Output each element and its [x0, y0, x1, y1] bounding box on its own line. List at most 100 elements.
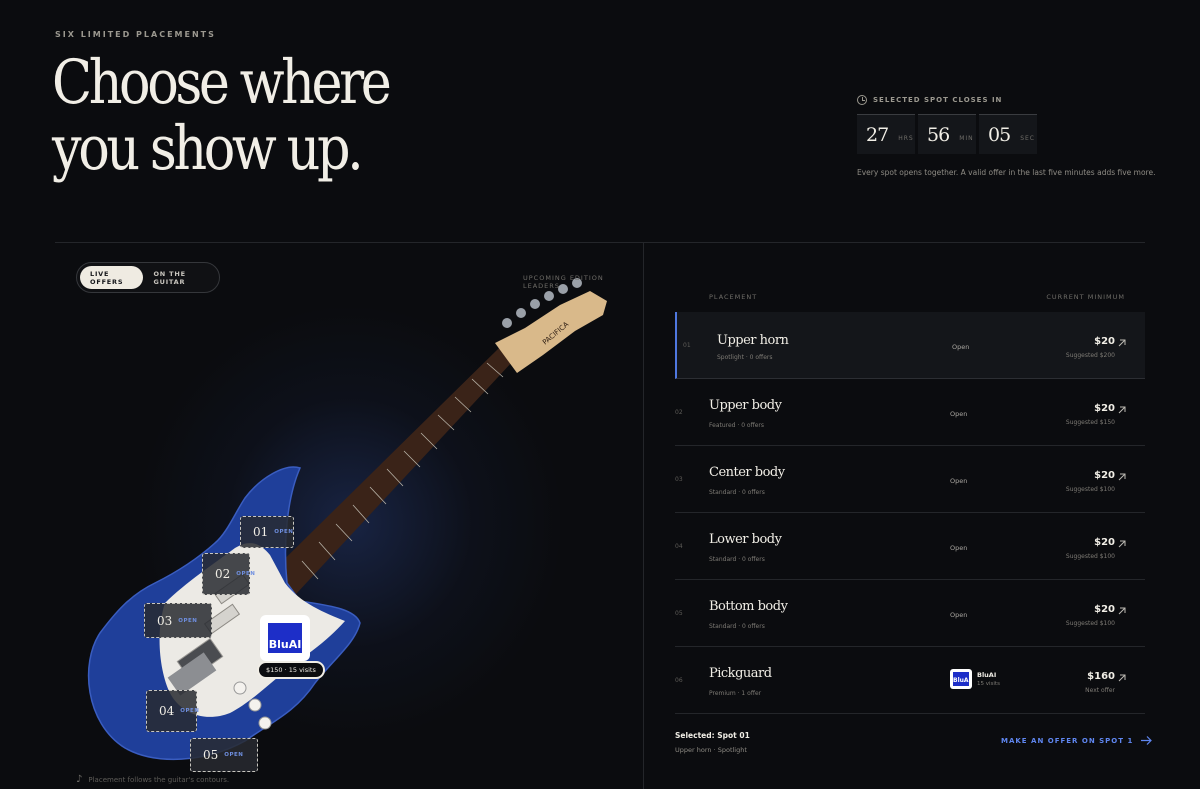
row-leader: BluAI BluAI 15 visits	[950, 669, 1000, 689]
row-hint: Next offer	[1085, 687, 1115, 694]
row-subtitle: Featured · 0 offers	[709, 422, 765, 429]
timer-label: SELECTED SPOT CLOSES IN	[873, 96, 1003, 104]
arrow-up-right-icon[interactable]	[1117, 539, 1127, 549]
row-status: Open	[952, 343, 970, 351]
row-subtitle: Spotlight · 0 offers	[717, 354, 773, 361]
spot-marker-04[interactable]: 04 OPEN	[146, 690, 200, 732]
toggle-live-offers[interactable]: LIVE OFFERS	[80, 266, 144, 289]
timer-note: Every spot opens together. A valid offer…	[857, 168, 1156, 177]
music-note-icon: ♪	[76, 774, 83, 785]
spot-number: 05	[203, 748, 219, 762]
leader-name: BluAI	[977, 671, 997, 679]
guitar-stage: PACIFICA LIVE OFFERS ON THE GUITAR UPCOM…	[55, 243, 643, 789]
knob-2	[248, 698, 262, 712]
hours-unit: HRS	[898, 135, 914, 142]
row-name: Center body	[709, 465, 785, 480]
row-name: Upper horn	[717, 333, 789, 348]
timer-minutes: 56 MIN	[918, 114, 976, 154]
contour-note-text: Placement follows the guitar's contours.	[88, 775, 230, 784]
row-index: 01	[683, 342, 691, 349]
table-row-pickguard[interactable]: 06 Pickguard Premium · 1 offer BluAI Blu…	[675, 647, 1145, 714]
timer-seconds: 05 SEC	[979, 114, 1037, 154]
make-offer-button[interactable]: MAKE AN OFFER ON SPOT 1	[1001, 736, 1153, 745]
column-current-minimum: CURRENT MINIMUM	[1046, 293, 1125, 301]
row-subtitle: Premium · 1 offer	[709, 690, 762, 697]
row-index: 02	[675, 409, 683, 416]
timer-hours: 27 HRS	[857, 114, 915, 154]
spot-status: OPEN	[274, 529, 294, 535]
row-subtitle: Standard · 0 offers	[709, 556, 765, 563]
spot-marker-03[interactable]: 03 OPEN	[144, 603, 212, 638]
toggle-on-the-guitar[interactable]: ON THE GUITAR	[143, 266, 216, 289]
row-index: 05	[675, 610, 683, 617]
row-index: 03	[675, 476, 683, 483]
row-index: 04	[675, 543, 683, 550]
spot-marker-05[interactable]: 05 OPEN	[190, 738, 258, 772]
knob-3	[258, 716, 272, 730]
make-offer-label: MAKE AN OFFER ON SPOT 1	[1001, 736, 1134, 745]
row-price: $20	[1094, 403, 1115, 414]
row-name: Bottom body	[709, 599, 788, 614]
spot-marker-01[interactable]: 01 OPEN	[240, 516, 294, 548]
column-placement: PLACEMENT	[709, 293, 758, 301]
spot-number: 02	[215, 567, 231, 581]
row-status: Open	[950, 611, 968, 619]
title-line-2: you show up.	[52, 113, 364, 184]
sponsor-logo-card[interactable]: BluAI	[260, 615, 310, 661]
arrow-up-right-icon[interactable]	[1117, 338, 1127, 348]
row-status: Open	[950, 477, 968, 485]
title-line-1: Choose where	[52, 47, 392, 118]
row-price: $160	[1087, 671, 1115, 682]
selection-title: Selected: Spot 01	[675, 731, 750, 740]
row-index: 06	[675, 677, 683, 684]
eyebrow: SIX LIMITED PLACEMENTS	[55, 30, 216, 39]
leader-logo: BluAI	[950, 669, 972, 689]
row-price: $20	[1094, 604, 1115, 615]
spot-status: OPEN	[236, 571, 256, 577]
spot-number: 03	[157, 613, 173, 628]
hours-value: 27	[866, 123, 889, 146]
minutes-unit: MIN	[959, 135, 974, 142]
timer-boxes: 27 HRS 56 MIN 05 SEC	[857, 114, 1157, 154]
row-hint: Suggested $100	[1065, 620, 1115, 627]
divider-vertical	[643, 243, 644, 789]
table-row-bottom-body[interactable]: 05 Bottom body Standard · 0 offers Open …	[675, 580, 1145, 647]
page-title: Choose where you show up.	[52, 50, 396, 182]
arrow-up-right-icon[interactable]	[1117, 472, 1127, 482]
table-row-upper-body[interactable]: 02 Upper body Featured · 0 offers Open $…	[675, 379, 1145, 446]
sponsor-price-badge: $150 · 15 visits	[257, 661, 325, 679]
timer-header: SELECTED SPOT CLOSES IN	[857, 95, 1157, 105]
leader-logo-text: BluAI	[953, 672, 971, 686]
knob-1	[233, 681, 247, 695]
row-hint: Suggested $100	[1065, 486, 1115, 493]
spot-status: OPEN	[224, 752, 244, 758]
clock-icon	[857, 95, 867, 105]
row-subtitle: Standard · 0 offers	[709, 489, 765, 496]
row-name: Pickguard	[709, 666, 772, 681]
selection-summary: Selected: Spot 01 Upper horn · Spotlight	[675, 731, 750, 754]
row-hint: Suggested $100	[1065, 553, 1115, 560]
spot-marker-02[interactable]: 02 OPEN	[202, 553, 255, 595]
table-row-lower-body[interactable]: 04 Lower body Standard · 0 offers Open $…	[675, 513, 1145, 580]
contour-note: ♪ Placement follows the guitar's contour…	[76, 774, 229, 785]
guitar-illustration: PACIFICA	[87, 278, 607, 761]
arrow-up-right-icon[interactable]	[1117, 606, 1127, 616]
leaders-label: UPCOMING EDITION LEADERS	[523, 274, 604, 290]
row-hint: Suggested $200	[1065, 352, 1115, 359]
seconds-value: 05	[988, 123, 1011, 146]
table-row-upper-horn[interactable]: 01 Upper horn Spotlight · 0 offers Open …	[675, 312, 1145, 379]
table-row-center-body[interactable]: 03 Center body Standard · 0 offers Open …	[675, 446, 1145, 513]
countdown-timer: SELECTED SPOT CLOSES IN 27 HRS 56 MIN 05…	[857, 95, 1157, 177]
arrow-up-right-icon[interactable]	[1117, 405, 1127, 415]
arrow-up-right-icon[interactable]	[1117, 673, 1127, 683]
row-price: $20	[1094, 336, 1115, 347]
leader-visits: 15 visits	[977, 681, 1000, 687]
spot-status: OPEN	[180, 708, 200, 714]
spot-number: 01	[253, 525, 269, 539]
seconds-unit: SEC	[1020, 135, 1035, 142]
view-toggle: LIVE OFFERS ON THE GUITAR	[76, 262, 220, 293]
row-name: Lower body	[709, 532, 782, 547]
selection-subtitle: Upper horn · Spotlight	[675, 746, 747, 754]
arrow-right-icon	[1141, 736, 1153, 745]
row-hint: Suggested $150	[1065, 419, 1115, 426]
